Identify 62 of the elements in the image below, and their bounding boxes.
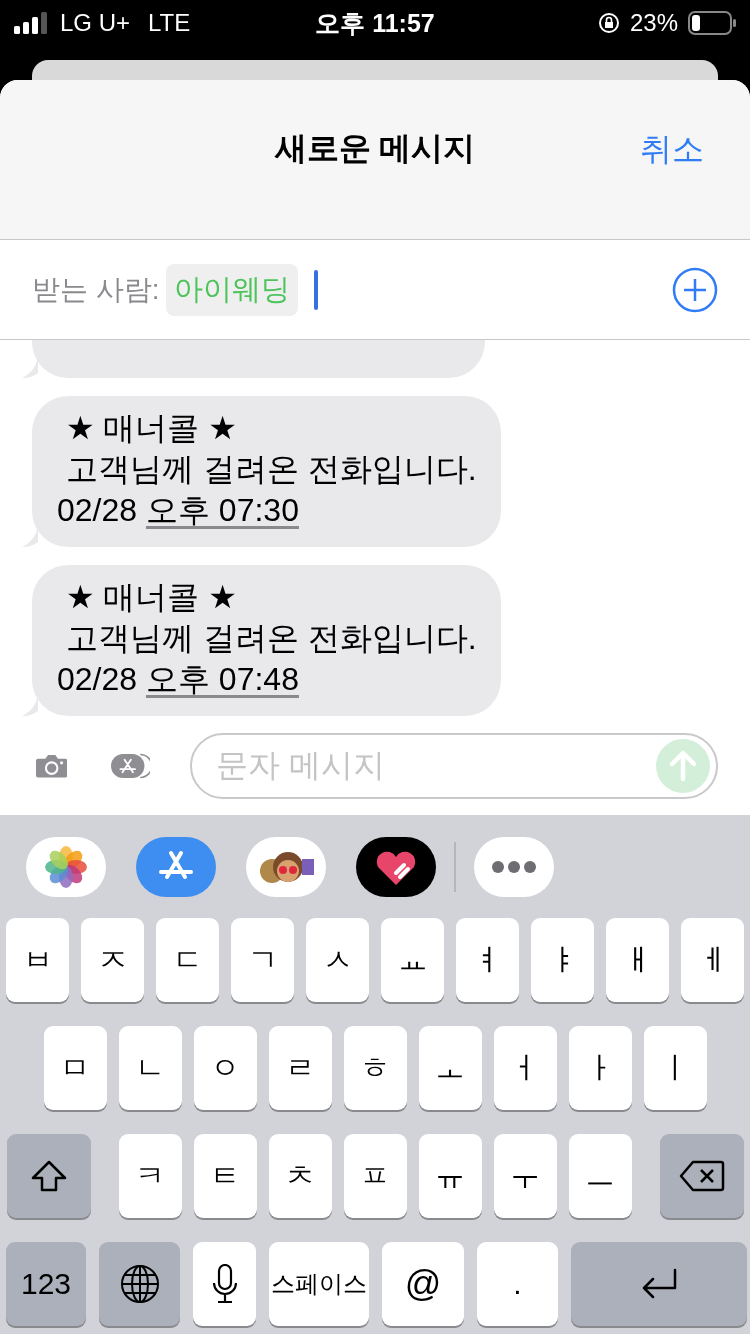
keyboard-key[interactable]: ㄹ (268, 1026, 332, 1110)
more-icon[interactable] (474, 837, 554, 897)
rotation-lock-icon (597, 12, 620, 34)
delete-key[interactable] (659, 1134, 744, 1218)
app-store-icon[interactable] (136, 837, 216, 897)
keyboard-key[interactable]: ㅇ (193, 1026, 257, 1110)
keyboard-key[interactable]: ㅑ (531, 918, 594, 1002)
keyboard-key[interactable]: ㄱ (231, 918, 294, 1002)
message-text: ★ 매너콜 ★ 고객님께 걸려온 전화입니다. (64, 409, 477, 489)
numbers-key[interactable]: 123 (6, 1242, 86, 1326)
globe-icon (119, 1264, 160, 1304)
keyboard-key[interactable]: ㅎ (343, 1026, 407, 1110)
keyboard-key[interactable]: ㅓ (493, 1026, 557, 1110)
time-link[interactable]: 오후 07:30 (145, 492, 299, 528)
sheet-title: 새로운 메시지 (274, 128, 476, 168)
text-cursor (313, 269, 318, 310)
keyboard-key[interactable]: ㅂ (6, 918, 69, 1002)
message-date: 02/28 (57, 661, 138, 697)
keyboard-key[interactable]: ㅋ (118, 1134, 182, 1218)
keyboard-key[interactable]: ㅐ (606, 918, 669, 1002)
microphone-key[interactable] (193, 1242, 256, 1326)
carrier-name: LG U+ (60, 9, 131, 37)
space-key[interactable]: 스페이스 (269, 1242, 369, 1326)
backspace-icon (678, 1160, 725, 1192)
globe-key[interactable] (99, 1242, 180, 1326)
network-type: LTE (148, 9, 191, 37)
period-key[interactable]: . (477, 1242, 558, 1326)
keyboard-key[interactable]: ㅜ (493, 1134, 557, 1218)
keyboard-key[interactable]: ㅣ (643, 1026, 707, 1110)
shift-key[interactable] (6, 1134, 91, 1218)
recipient-label: 받는 사람: (32, 272, 160, 307)
keyboard-key[interactable]: ㅊ (268, 1134, 332, 1218)
add-contact-icon[interactable] (672, 266, 718, 313)
at-key[interactable]: @ (382, 1242, 464, 1326)
shift-icon (29, 1159, 68, 1193)
cancel-button[interactable]: 취소 (640, 128, 704, 172)
keyboard-key[interactable]: ㅡ (568, 1134, 632, 1218)
message-text: ★ 매너콜 ★ 고객님께 걸려온 전화입니다. (64, 578, 477, 658)
keyboard-key[interactable]: ㅁ (43, 1026, 107, 1110)
photos-app-icon[interactable] (26, 837, 106, 897)
keyboard-key[interactable]: ㄷ (156, 918, 219, 1002)
memoji-icon[interactable] (246, 837, 326, 897)
message-input-field[interactable]: 문자 메시지 (190, 732, 718, 799)
keyboard-key[interactable]: ㅗ (418, 1026, 482, 1110)
keyboard-key[interactable]: ㅛ (381, 918, 444, 1002)
keyboard-key[interactable]: ㅕ (456, 918, 519, 1002)
heart-app-icon[interactable] (356, 837, 436, 897)
battery-icon (688, 11, 736, 35)
keyboard-key[interactable]: ㅌ (193, 1134, 257, 1218)
keyboard-key[interactable]: ㅅ (306, 918, 369, 1002)
time-link[interactable]: 오후 07:48 (145, 661, 299, 697)
status-time: 오후 11:57 (315, 7, 435, 39)
message-date: 02/28 (57, 492, 138, 528)
microphone-icon (211, 1264, 238, 1304)
keyboard-key[interactable]: ㅔ (681, 918, 744, 1002)
battery-percent: 23% (629, 9, 678, 37)
signal-icon (14, 12, 50, 34)
keyboard-key[interactable]: ㅍ (343, 1134, 407, 1218)
keyboard-key[interactable]: ㅠ (418, 1134, 482, 1218)
keyboard-key[interactable]: ㄴ (118, 1026, 182, 1110)
keyboard-key[interactable]: ㅈ (81, 918, 144, 1002)
keyboard-key[interactable]: ㅏ (568, 1026, 632, 1110)
